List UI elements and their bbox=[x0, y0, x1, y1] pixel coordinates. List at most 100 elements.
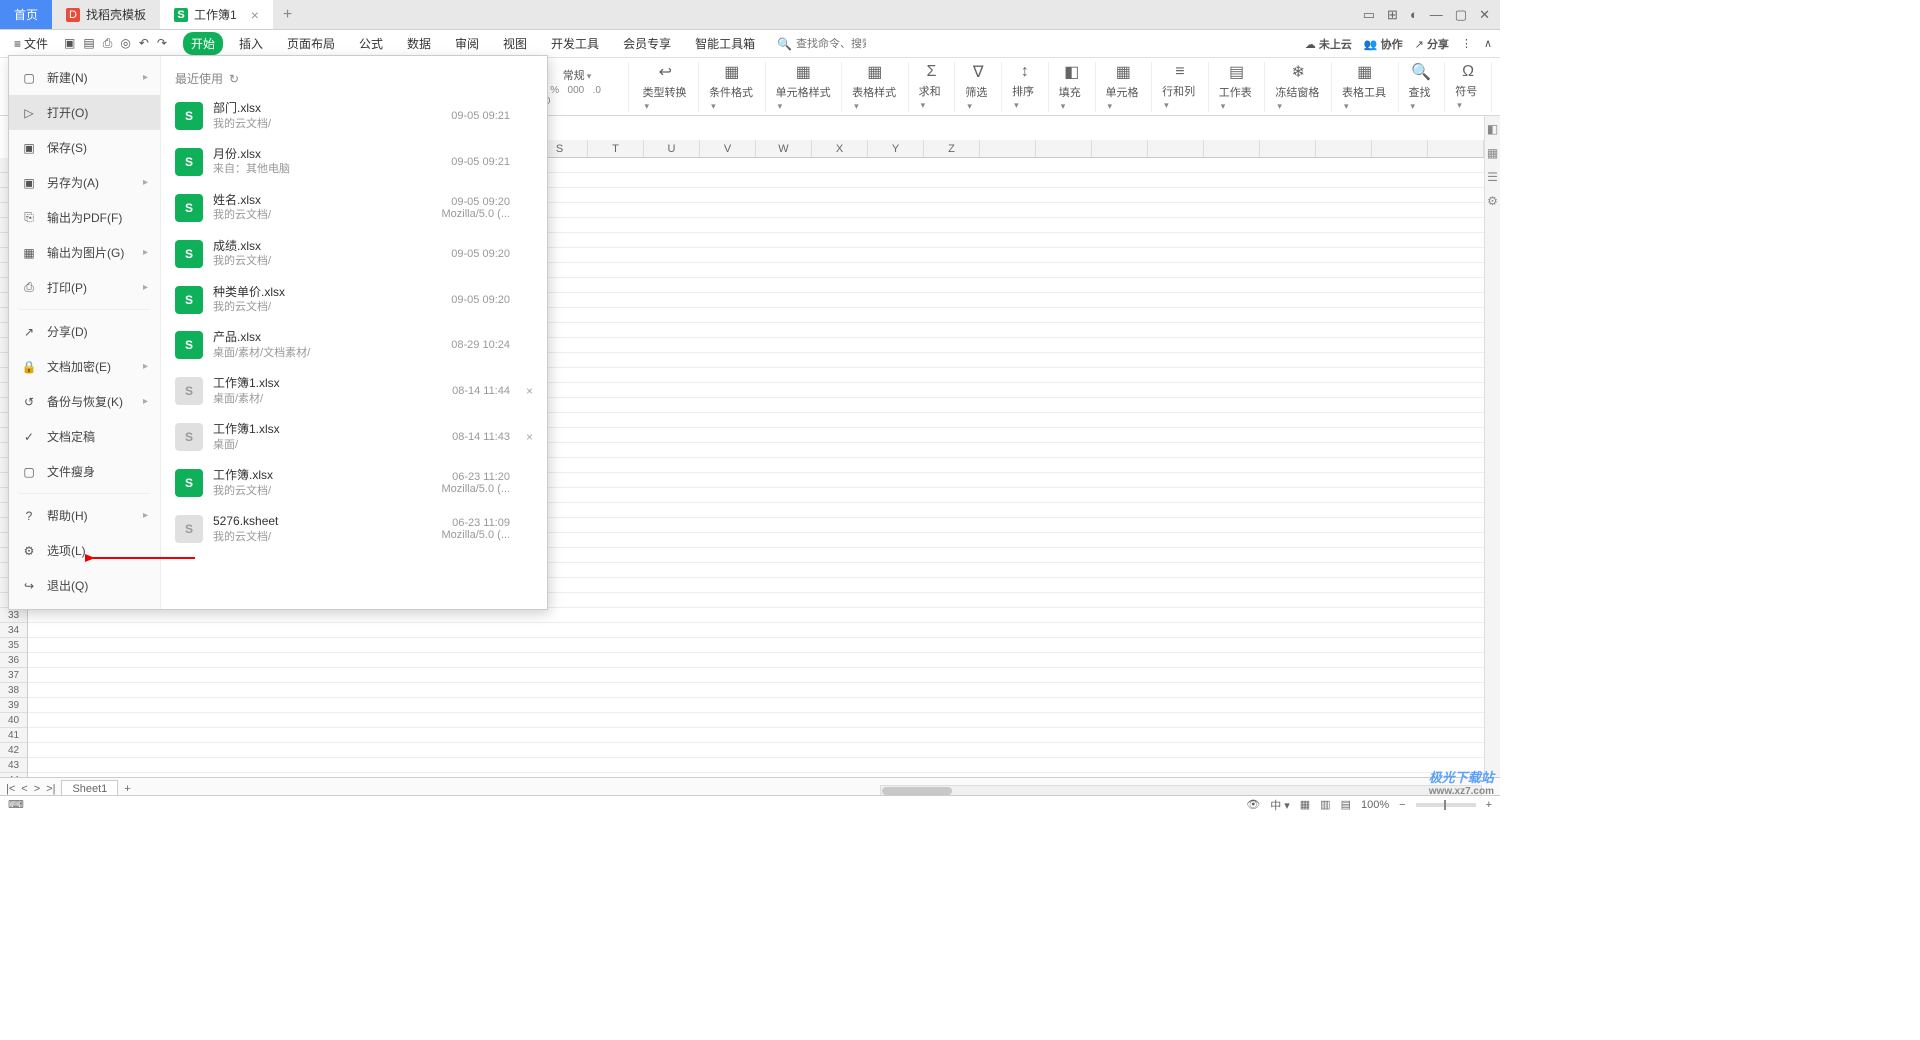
panel-icon[interactable]: ☰ bbox=[1487, 170, 1498, 184]
zoom-in-icon[interactable]: + bbox=[1486, 799, 1492, 811]
file-menu-pdf[interactable]: ⎘输出为PDF(F) bbox=[9, 200, 160, 235]
undo-icon[interactable]: ↶ bbox=[139, 36, 149, 51]
sheet-prev-icon[interactable]: < bbox=[21, 783, 27, 795]
ribbon-tab-7[interactable]: 开发工具 bbox=[543, 32, 607, 55]
file-menu-print[interactable]: ⎙打印(P)▸ bbox=[9, 270, 160, 305]
close-icon[interactable]: × bbox=[251, 7, 259, 23]
ribbon-group[interactable]: ▦条件格式 bbox=[699, 62, 766, 112]
file-menu-backup[interactable]: ↺备份与恢复(K)▸ bbox=[9, 384, 160, 419]
file-menu-button[interactable]: ≡文件 bbox=[8, 33, 54, 54]
tab-workbook[interactable]: S工作簿1× bbox=[160, 0, 273, 29]
ribbon-group[interactable]: Σ求和 bbox=[909, 62, 956, 112]
view-page-icon[interactable]: ▥ bbox=[1320, 798, 1330, 811]
file-menu-help[interactable]: ?帮助(H)▸ bbox=[9, 498, 160, 533]
ribbon-group[interactable]: ▦单元格 bbox=[1096, 62, 1153, 112]
file-menu-open[interactable]: ▷打开(O) bbox=[9, 95, 160, 130]
recent-file[interactable]: S成绩.xlsx我的云文档/09-05 09:20× bbox=[161, 231, 547, 277]
ribbon-group[interactable]: ≡行和列 bbox=[1152, 62, 1209, 112]
maximize-icon[interactable]: ▢ bbox=[1455, 7, 1467, 23]
tab-add[interactable]: + bbox=[273, 0, 302, 29]
ribbon-group[interactable]: ↕排序 bbox=[1002, 62, 1049, 112]
zoom-out-icon[interactable]: − bbox=[1399, 799, 1405, 811]
close-window-icon[interactable]: ✕ bbox=[1479, 7, 1490, 23]
minimize-icon[interactable]: — bbox=[1430, 7, 1443, 22]
recent-file[interactable]: S种类单价.xlsx我的云文档/09-05 09:20× bbox=[161, 277, 547, 323]
refresh-icon[interactable]: ↻ bbox=[229, 72, 239, 86]
recent-file[interactable]: S5276.ksheet我的云文档/06-23 11:09Mozilla/5.0… bbox=[161, 506, 547, 552]
hamburger-icon: ≡ bbox=[14, 37, 21, 51]
preview-icon[interactable]: ◎ bbox=[120, 36, 130, 51]
print-icon[interactable]: ⎙ bbox=[103, 36, 113, 51]
eye-icon[interactable]: 👁 bbox=[1246, 798, 1260, 811]
lang-icon[interactable]: 中 ▾ bbox=[1270, 797, 1290, 813]
sheet-last-icon[interactable]: >| bbox=[46, 783, 55, 795]
ribbon-group[interactable]: ▦单元格样式 bbox=[766, 62, 842, 112]
panel-icon[interactable]: ▦ bbox=[1487, 146, 1498, 160]
file-menu-img[interactable]: ▦输出为图片(G)▸ bbox=[9, 235, 160, 270]
collab-button[interactable]: 👥 协作 bbox=[1364, 36, 1403, 52]
recent-file[interactable]: S工作簿1.xlsx桌面/08-14 11:43× bbox=[161, 414, 547, 460]
add-sheet-icon[interactable]: + bbox=[124, 783, 130, 795]
command-search[interactable]: 🔍 bbox=[777, 37, 866, 51]
file-menu-exit[interactable]: ↪退出(Q) bbox=[9, 568, 160, 603]
window-controls: ▭ ⊞ ◐ — ▢ ✕ bbox=[1353, 0, 1500, 29]
more-icon[interactable]: ⋮ bbox=[1461, 37, 1472, 50]
panel-icon[interactable]: ◧ bbox=[1487, 122, 1498, 136]
ribbon-group[interactable]: ↩类型转换 bbox=[633, 62, 700, 112]
tab-templates[interactable]: D找稻壳模板 bbox=[52, 0, 160, 29]
recent-file[interactable]: S工作簿.xlsx我的云文档/06-23 11:20Mozilla/5.0 (.… bbox=[161, 460, 547, 506]
ribbon-tab-9[interactable]: 智能工具箱 bbox=[687, 32, 763, 55]
remove-recent-icon[interactable]: × bbox=[526, 430, 533, 444]
quick-access-toolbar: ▣ ▤ ⎙ ◎ ↶ ↷ bbox=[58, 36, 173, 51]
layout-icon[interactable]: ▭ bbox=[1363, 7, 1375, 23]
ribbon-tab-5[interactable]: 审阅 bbox=[447, 32, 487, 55]
ribbon-group[interactable]: ∇筛选 bbox=[955, 62, 1002, 112]
redo-icon[interactable]: ↷ bbox=[157, 36, 167, 51]
search-input[interactable] bbox=[796, 38, 866, 50]
ribbon-group[interactable]: ▦表格样式 bbox=[842, 62, 909, 112]
view-normal-icon[interactable]: ▦ bbox=[1300, 798, 1310, 811]
status-icon[interactable]: ⌨ bbox=[8, 798, 24, 811]
tab-home[interactable]: 首页 bbox=[0, 0, 52, 29]
ribbon-tab-1[interactable]: 插入 bbox=[231, 32, 271, 55]
grid-icon[interactable]: ⊞ bbox=[1387, 7, 1398, 23]
file-menu-save[interactable]: ▣保存(S) bbox=[9, 130, 160, 165]
ribbon-group[interactable]: Ω符号 bbox=[1445, 62, 1492, 112]
save-icon[interactable]: ▣ bbox=[64, 36, 75, 51]
ribbon-tab-0[interactable]: 开始 bbox=[183, 32, 223, 55]
ribbon-tab-4[interactable]: 数据 bbox=[399, 32, 439, 55]
file-menu-finalize[interactable]: ✓文档定稿 bbox=[9, 419, 160, 454]
recent-file[interactable]: S月份.xlsx来自：其他电脑09-05 09:21× bbox=[161, 139, 547, 185]
ribbon-group[interactable]: ❄冻结窗格 bbox=[1265, 62, 1332, 112]
sheet-first-icon[interactable]: |< bbox=[6, 783, 15, 795]
recent-file[interactable]: S部门.xlsx我的云文档/09-05 09:21× bbox=[161, 93, 547, 139]
ribbon-tab-3[interactable]: 公式 bbox=[351, 32, 391, 55]
ribbon-tab-2[interactable]: 页面布局 bbox=[279, 32, 343, 55]
ribbon-group[interactable]: ◧填充 bbox=[1049, 62, 1096, 112]
collapse-icon[interactable]: ∧ bbox=[1484, 37, 1492, 50]
file-menu-slim[interactable]: ▢文件瘦身 bbox=[9, 454, 160, 489]
sheet-next-icon[interactable]: > bbox=[34, 783, 40, 795]
file-menu-share[interactable]: ↗分享(D) bbox=[9, 314, 160, 349]
panel-icon[interactable]: ⚙ bbox=[1487, 194, 1498, 208]
ribbon-group[interactable]: ▤工作表 bbox=[1209, 62, 1266, 112]
zoom-value[interactable]: 100% bbox=[1361, 799, 1389, 811]
number-format-dd[interactable]: 常规 bbox=[563, 67, 592, 83]
file-menu-new[interactable]: ▢新建(N)▸ bbox=[9, 60, 160, 95]
share-button[interactable]: ↗ 分享 bbox=[1415, 36, 1449, 52]
saveas-icon[interactable]: ▤ bbox=[83, 36, 94, 51]
remove-recent-icon[interactable]: × bbox=[526, 384, 533, 398]
ribbon-tab-8[interactable]: 会员专享 bbox=[615, 32, 679, 55]
view-break-icon[interactable]: ▤ bbox=[1341, 798, 1351, 811]
skin-icon[interactable]: ◐ bbox=[1410, 7, 1418, 22]
recent-file[interactable]: S工作簿1.xlsx桌面/素材/08-14 11:44× bbox=[161, 368, 547, 414]
recent-file[interactable]: S姓名.xlsx我的云文档/09-05 09:20Mozilla/5.0 (..… bbox=[161, 185, 547, 231]
cloud-status[interactable]: ☁ 未上云 bbox=[1305, 36, 1352, 52]
file-menu-saveas[interactable]: ▣另存为(A)▸ bbox=[9, 165, 160, 200]
recent-file[interactable]: S产品.xlsx桌面/素材/文档素材/08-29 10:24× bbox=[161, 322, 547, 368]
file-menu-encrypt[interactable]: 🔒文档加密(E)▸ bbox=[9, 349, 160, 384]
file-menu-options[interactable]: ⚙选项(L) bbox=[9, 533, 160, 568]
ribbon-tab-6[interactable]: 视图 bbox=[495, 32, 535, 55]
ribbon-group[interactable]: ▦表格工具 bbox=[1332, 62, 1399, 112]
ribbon-group[interactable]: 🔍查找 bbox=[1399, 62, 1446, 112]
